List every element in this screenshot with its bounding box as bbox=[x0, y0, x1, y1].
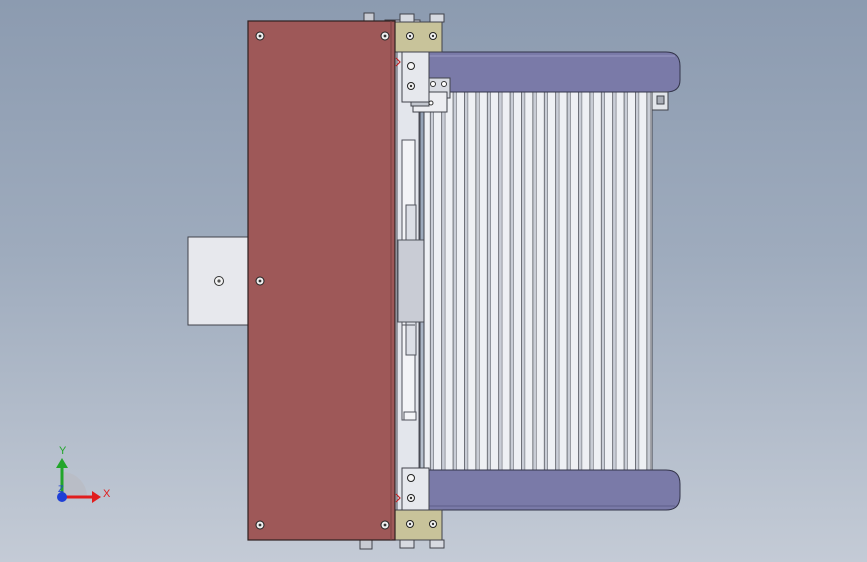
roller-slat bbox=[464, 92, 468, 470]
roller-slat bbox=[544, 92, 548, 470]
roller-slat bbox=[612, 92, 617, 470]
roller-slat bbox=[521, 92, 525, 470]
roller-slat bbox=[487, 92, 491, 470]
bottom-rail[interactable] bbox=[419, 469, 681, 511]
roller-slat bbox=[624, 92, 628, 470]
roller-slat bbox=[430, 92, 434, 470]
roller-slat bbox=[589, 92, 594, 470]
z-axis-label: Z bbox=[58, 484, 64, 494]
roller-slat bbox=[635, 92, 639, 470]
roller-slat bbox=[555, 92, 560, 470]
roller-slat bbox=[498, 92, 503, 470]
left-mounting-plate[interactable] bbox=[187, 236, 251, 326]
roller-slat bbox=[578, 92, 582, 470]
model-drawing[interactable]: Y X Z bbox=[0, 0, 867, 562]
roller-slat bbox=[601, 92, 605, 470]
roller-slats[interactable] bbox=[423, 91, 653, 471]
roller-slat bbox=[441, 92, 446, 470]
roller-slat bbox=[532, 92, 537, 470]
roller-slat bbox=[453, 92, 457, 470]
side-cover-panel[interactable] bbox=[247, 20, 396, 541]
slat-area bbox=[423, 91, 653, 471]
roller-slat bbox=[567, 92, 571, 470]
y-axis-label: Y bbox=[59, 445, 67, 457]
roller-slat bbox=[510, 92, 514, 470]
top-rail[interactable] bbox=[419, 51, 681, 93]
roller-slat bbox=[475, 92, 480, 470]
roller-slat bbox=[646, 92, 651, 470]
bottom-fitting[interactable] bbox=[359, 539, 373, 550]
cad-viewport[interactable]: Y X Z bbox=[0, 0, 867, 562]
coordinate-triad: Y X Z bbox=[56, 445, 111, 503]
x-axis-label: X bbox=[103, 488, 111, 500]
